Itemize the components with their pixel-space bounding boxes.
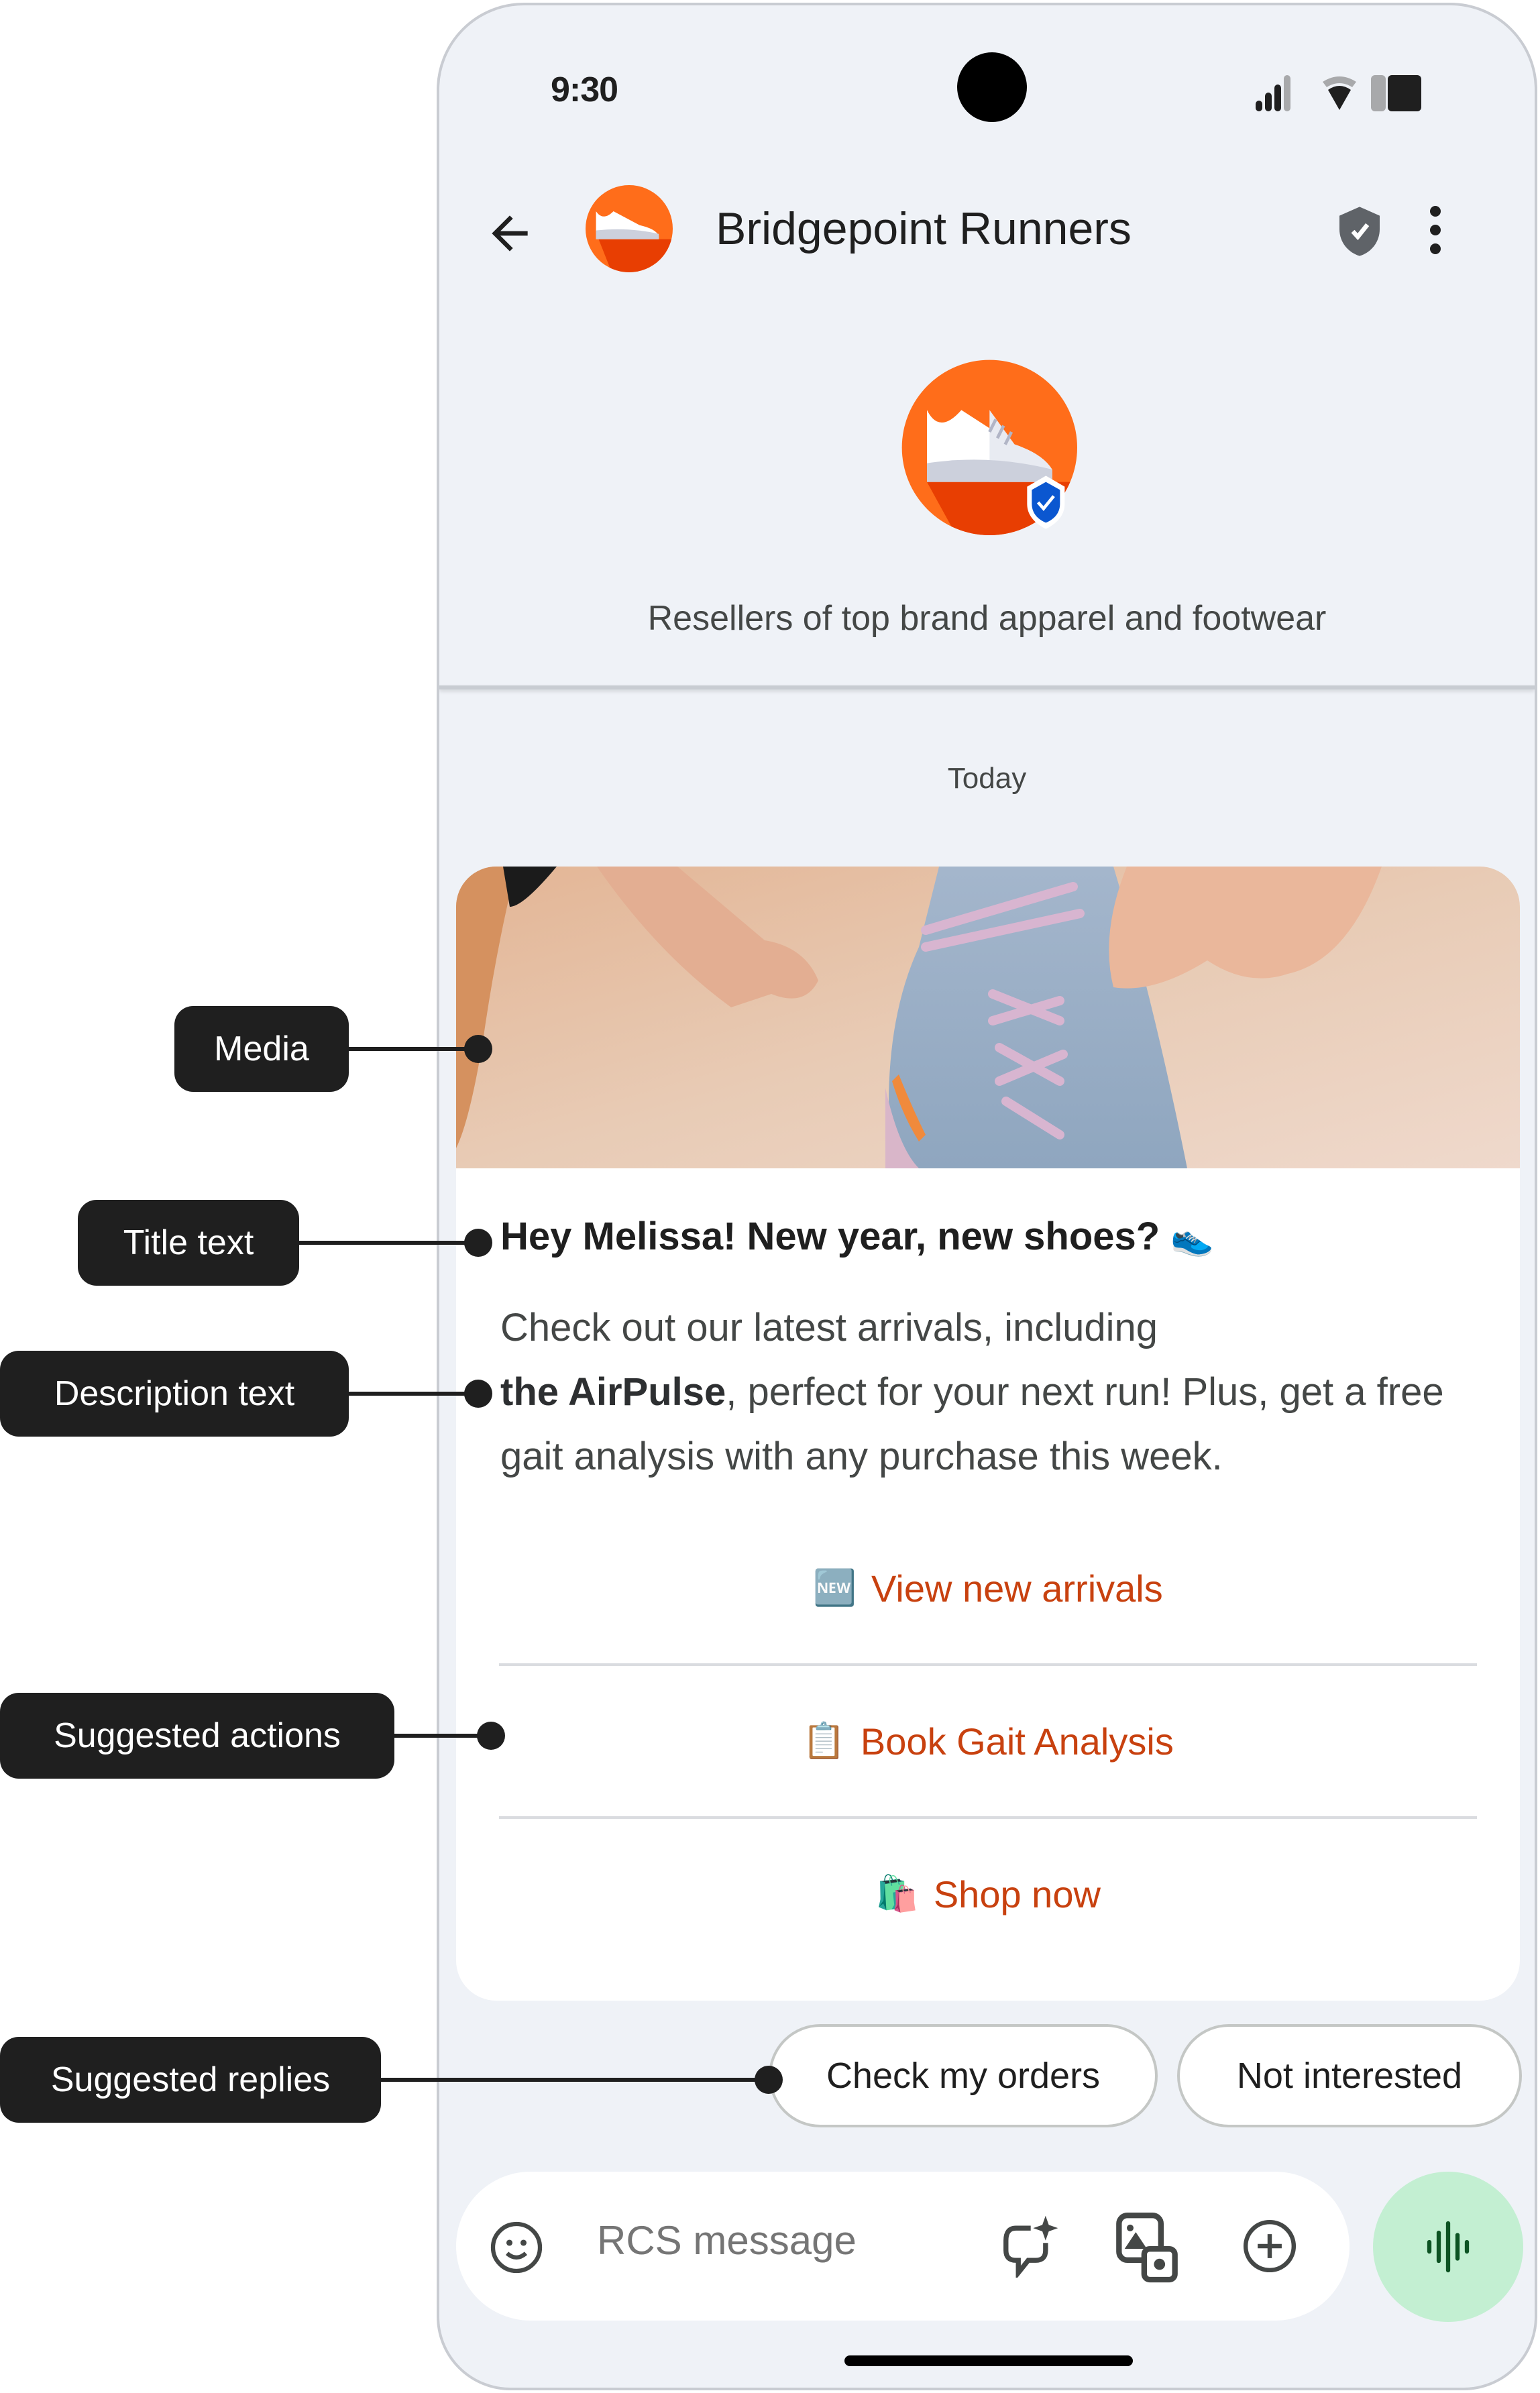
add-circle-icon[interactable] <box>1241 2217 1299 2275</box>
status-time: 9:30 <box>551 70 618 109</box>
action-shop-now[interactable]: 🛍️ Shop now <box>456 1818 1520 1970</box>
annotation-description-text: Description text <box>0 1351 349 1437</box>
annotation-connector <box>381 2078 770 2082</box>
card-title-text: Hey Melissa! New year, new shoes? <box>500 1215 1160 1258</box>
voice-waveform-icon <box>1427 2221 1470 2273</box>
annotation-suggested-replies: Suggested replies <box>0 2037 381 2123</box>
compose-bar <box>456 2172 1350 2321</box>
front-camera <box>957 52 1027 122</box>
phone-frame: 9:30 Bridgepoint Runners Resellers of to… <box>437 3 1537 2390</box>
action-book-gait-analysis[interactable]: 📋 Book Gait Analysis <box>456 1665 1520 1818</box>
business-avatar[interactable] <box>586 185 673 272</box>
verified-shield-icon[interactable] <box>1333 203 1386 260</box>
annotation-dot <box>464 1380 492 1408</box>
date-separator: Today <box>947 762 1027 795</box>
card-media-image[interactable] <box>456 867 1520 1168</box>
voice-message-button[interactable] <box>1373 2172 1523 2322</box>
annotation-dot <box>464 1229 492 1257</box>
running-shoe-emoji-icon: 👟 <box>1170 1219 1215 1258</box>
rich-card: Hey Melissa! New year, new shoes? 👟 Chec… <box>456 867 1520 2001</box>
product-name: the AirPulse <box>500 1370 726 1414</box>
annotation-connector <box>349 1392 476 1396</box>
business-description: Resellers of top brand apparel and footw… <box>647 599 1327 638</box>
more-options-icon[interactable] <box>1422 203 1449 257</box>
card-description: Check out our latest arrivals, including… <box>500 1306 1444 1478</box>
reply-chip-not-interested[interactable]: Not interested <box>1177 2024 1522 2127</box>
header-divider <box>439 685 1535 689</box>
annotation-dot <box>755 2066 783 2094</box>
clipboard-icon: 📋 <box>802 1722 846 1761</box>
status-icons <box>1256 75 1421 111</box>
signal-icon <box>1256 75 1290 111</box>
gallery-camera-icon[interactable] <box>1113 2209 1180 2283</box>
shopping-bags-icon: 🛍️ <box>875 1875 919 1913</box>
magic-compose-icon[interactable] <box>998 2213 1058 2278</box>
annotation-title-text: Title text <box>78 1200 299 1286</box>
emoji-icon[interactable] <box>488 2219 545 2276</box>
annotation-dot <box>477 1722 505 1750</box>
card-title: Hey Melissa! New year, new shoes? 👟 <box>500 1214 1214 1259</box>
annotation-connector <box>299 1241 476 1245</box>
battery-icon <box>1371 75 1421 111</box>
message-input[interactable] <box>597 2217 932 2264</box>
annotation-dot <box>464 1035 492 1063</box>
home-indicator[interactable] <box>844 2355 1133 2366</box>
business-name[interactable]: Bridgepoint Runners <box>716 203 1132 255</box>
annotation-suggested-actions: Suggested actions <box>0 1693 394 1779</box>
business-logo <box>901 359 1077 535</box>
wifi-icon <box>1323 76 1356 110</box>
back-arrow-icon[interactable] <box>483 207 537 260</box>
reply-chip-check-my-orders[interactable]: Check my orders <box>769 2024 1158 2127</box>
action-view-new-arrivals[interactable]: 🆕 View new arrivals <box>456 1512 1520 1665</box>
annotation-connector <box>349 1047 476 1051</box>
annotation-media: Media <box>174 1006 349 1092</box>
new-badge-icon: 🆕 <box>813 1569 857 1608</box>
